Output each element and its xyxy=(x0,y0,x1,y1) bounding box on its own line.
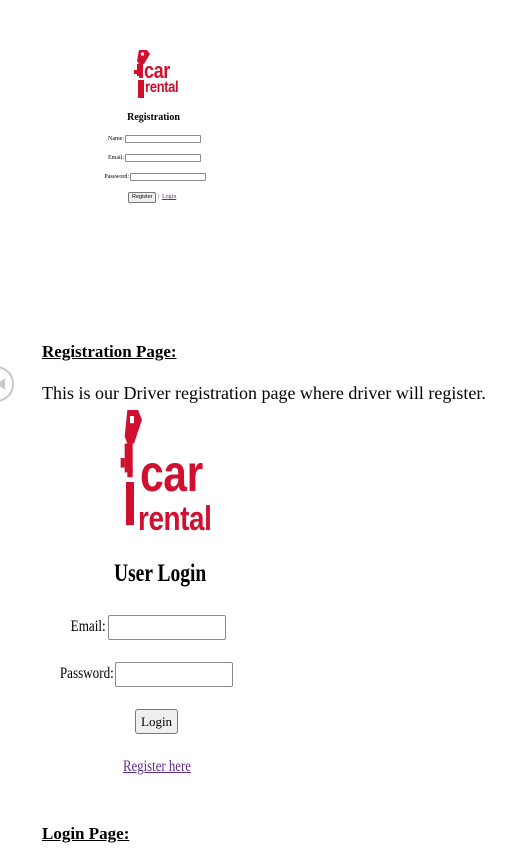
logo-word-rental-large: rental xyxy=(138,500,212,538)
name-input[interactable] xyxy=(125,135,201,143)
name-label: Name: xyxy=(108,136,124,142)
login-email-label: Email: xyxy=(71,618,106,635)
password-input[interactable] xyxy=(130,173,206,181)
login-page-heading: Login Page: xyxy=(42,824,130,843)
link-separator: | xyxy=(158,194,160,200)
login-email-input[interactable] xyxy=(108,615,226,640)
password-label: Password: xyxy=(104,174,129,180)
login-button[interactable]: Login xyxy=(135,709,179,734)
logo-word-car-large: car xyxy=(140,445,203,503)
logo-word-rental: rental xyxy=(145,79,179,96)
login-password-label: Password: xyxy=(60,665,114,682)
car-rental-logo: car rental xyxy=(132,50,182,100)
register-button[interactable]: Register xyxy=(128,192,157,203)
register-here-link[interactable]: Register here xyxy=(123,758,191,776)
registration-title: Registration xyxy=(127,112,180,123)
user-login-title: User Login xyxy=(114,560,207,587)
email-label: Email: xyxy=(108,155,124,161)
login-password-input[interactable] xyxy=(115,662,233,687)
registration-page-heading: Registration Page: xyxy=(42,342,177,361)
email-input[interactable] xyxy=(125,154,201,162)
previous-page-icon[interactable] xyxy=(0,366,14,402)
registration-page-description: This is our Driver registration page whe… xyxy=(42,383,486,403)
login-link[interactable]: Login xyxy=(162,194,176,200)
car-rental-logo-large: car rental xyxy=(118,410,212,536)
